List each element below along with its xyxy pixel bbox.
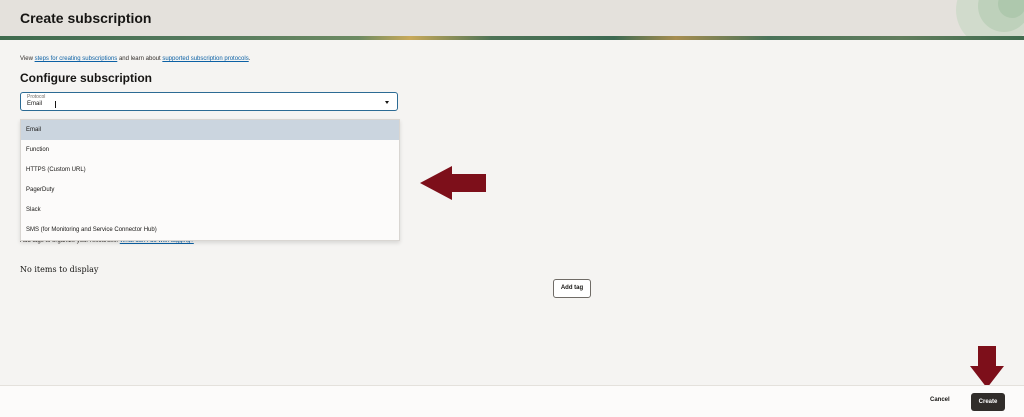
header-band bbox=[0, 36, 1024, 40]
intro-middle: and learn about bbox=[117, 56, 163, 62]
header-decoration bbox=[956, 0, 1024, 36]
intro-suffix: . bbox=[248, 56, 251, 62]
option-https[interactable]: HTTPS (Custom URL) bbox=[21, 160, 399, 180]
protocols-link[interactable]: supported subscription protocols bbox=[162, 56, 248, 62]
cancel-button[interactable]: Cancel bbox=[930, 397, 950, 403]
page-title: Create subscription bbox=[20, 10, 152, 26]
footer-bar: Cancel Create bbox=[0, 385, 1024, 417]
protocol-value: Email bbox=[27, 101, 43, 107]
annotation-arrow-down-icon bbox=[970, 346, 1004, 388]
add-tag-button[interactable]: Add tag bbox=[553, 279, 591, 298]
option-sms[interactable]: SMS (for Monitoring and Service Connecto… bbox=[21, 220, 399, 240]
chevron-down-icon[interactable] bbox=[385, 101, 389, 104]
protocol-select[interactable]: Protocol Email bbox=[20, 92, 398, 111]
steps-link[interactable]: steps for creating subscriptions bbox=[35, 56, 118, 62]
intro-prefix: View bbox=[20, 56, 35, 62]
option-slack[interactable]: Slack bbox=[21, 200, 399, 220]
option-pagerduty[interactable]: PagerDuty bbox=[21, 180, 399, 200]
text-caret bbox=[55, 101, 56, 108]
create-button[interactable]: Create bbox=[971, 393, 1005, 411]
page-header: Create subscription bbox=[0, 0, 1024, 36]
empty-state-text: No items to display bbox=[20, 265, 99, 274]
section-title: Configure subscription bbox=[20, 71, 152, 85]
protocol-label: Protocol bbox=[27, 94, 46, 100]
option-function[interactable]: Function bbox=[21, 140, 399, 160]
intro-text: View steps for creating subscriptions an… bbox=[20, 56, 250, 62]
protocol-listbox: Email Function HTTPS (Custom URL) PagerD… bbox=[20, 119, 400, 241]
annotation-arrow-left-icon bbox=[420, 166, 486, 200]
option-email[interactable]: Email bbox=[21, 120, 399, 140]
